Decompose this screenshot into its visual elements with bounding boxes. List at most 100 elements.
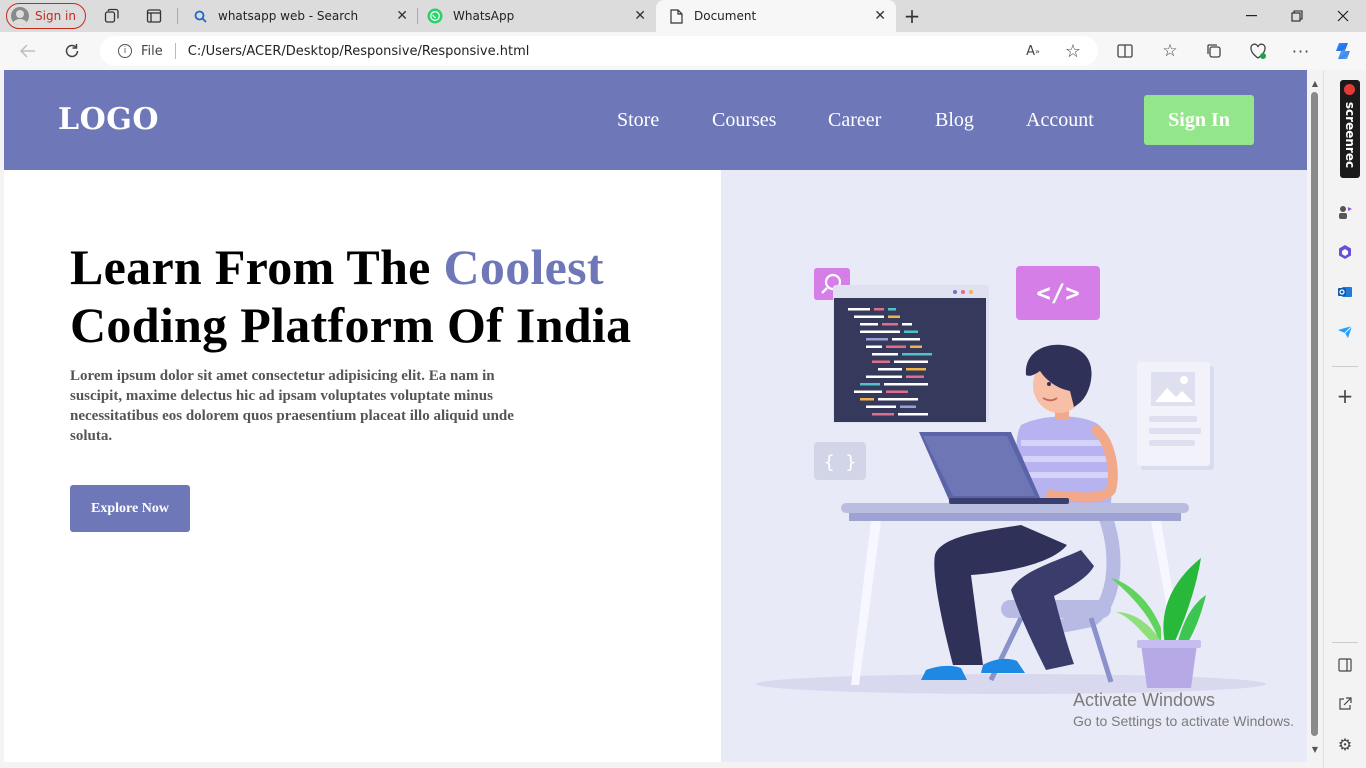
hide-sidebar-icon[interactable] xyxy=(1335,655,1355,675)
document-icon xyxy=(668,8,684,24)
nav-career[interactable]: Career xyxy=(828,109,881,132)
open-external-icon[interactable] xyxy=(1335,694,1355,714)
code-line xyxy=(860,330,900,333)
code-line xyxy=(888,315,900,318)
tab-strip: Sign in whatsapp web - Search ✕ WhatsApp… xyxy=(0,0,1366,32)
address-bar[interactable]: i File C:/Users/ACER/Desktop/Responsive/… xyxy=(100,36,1098,66)
sign-in-button[interactable]: Sign In xyxy=(1144,95,1254,145)
hero-title: Learn From The Coolest Coding Platform Of… xyxy=(70,238,710,354)
new-tab-icon[interactable]: + xyxy=(903,4,921,28)
tab-document[interactable]: Document ✕ xyxy=(656,0,896,32)
image-card-icon xyxy=(1137,362,1214,470)
favorites-icon[interactable]: ☆ xyxy=(1160,41,1180,61)
code-line xyxy=(872,353,898,356)
minimize-icon[interactable] xyxy=(1241,6,1261,26)
code-line xyxy=(886,345,906,348)
vertical-scrollbar[interactable]: ▲ ▼ xyxy=(1307,70,1323,762)
tab-separator xyxy=(177,8,178,24)
hero-title-part2: Coding Platform Of India xyxy=(70,297,632,353)
profile-avatar-icon xyxy=(11,7,29,25)
code-line xyxy=(886,390,908,393)
hero-title-part1: Learn From The xyxy=(70,239,444,295)
hero-illustration-panel: </> { } xyxy=(721,170,1307,762)
code-line xyxy=(860,323,878,326)
read-aloud-icon[interactable]: A» xyxy=(1023,41,1043,61)
nav-store[interactable]: Store xyxy=(617,109,659,132)
microsoft365-icon[interactable] xyxy=(1335,242,1355,262)
browser-window: Sign in whatsapp web - Search ✕ WhatsApp… xyxy=(0,0,1366,768)
refresh-icon[interactable] xyxy=(62,41,82,61)
add-sidebar-app-icon[interactable]: + xyxy=(1335,384,1355,408)
site-logo[interactable]: LOGO xyxy=(58,102,159,137)
tab-actions-icon[interactable] xyxy=(145,7,163,25)
braces-icon: { } xyxy=(814,442,866,480)
screenrec-extension[interactable]: screenrec xyxy=(1340,80,1360,178)
code-line xyxy=(898,413,928,416)
code-line xyxy=(892,338,920,341)
bottom-edge xyxy=(0,762,1307,768)
tab-title: Document xyxy=(694,9,757,23)
drop-icon[interactable] xyxy=(1335,322,1355,342)
tab-whatsapp-search[interactable]: whatsapp web - Search ✕ xyxy=(180,0,416,32)
watermark-subtitle: Go to Settings to activate Windows. xyxy=(1073,713,1294,729)
nav-account[interactable]: Account xyxy=(1026,109,1094,132)
back-icon[interactable] xyxy=(18,41,38,61)
workspaces-icon[interactable] xyxy=(103,7,121,25)
code-line xyxy=(884,383,928,386)
page-viewport: LOGO Store Courses Career Blog Account S… xyxy=(4,70,1307,762)
code-tag-icon: </> xyxy=(1016,266,1100,320)
close-tab-icon[interactable]: ✕ xyxy=(874,8,886,24)
hero-content: Learn From The Coolest Coding Platform Of… xyxy=(4,170,721,762)
code-line xyxy=(902,353,932,356)
info-icon[interactable]: i xyxy=(118,44,132,58)
close-tab-icon[interactable]: ✕ xyxy=(396,8,408,24)
settings-gear-icon[interactable]: ⚙ xyxy=(1335,734,1355,754)
person-head xyxy=(1025,344,1092,420)
scroll-thumb[interactable] xyxy=(1311,92,1318,736)
record-dot-icon xyxy=(1344,84,1355,95)
scroll-up-icon[interactable]: ▲ xyxy=(1310,78,1320,88)
watermark-title: Activate Windows xyxy=(1073,690,1216,710)
code-line xyxy=(900,405,916,408)
explore-now-button[interactable]: Explore Now xyxy=(70,485,190,532)
profile-signin-button[interactable]: Sign in xyxy=(6,3,86,29)
copilot-icon[interactable] xyxy=(1333,41,1353,61)
scroll-down-icon[interactable]: ▼ xyxy=(1310,744,1320,754)
browser-essentials-icon[interactable] xyxy=(1248,41,1268,61)
nav-courses[interactable]: Courses xyxy=(712,109,776,132)
outlook-icon[interactable] xyxy=(1335,282,1355,302)
close-tab-icon[interactable]: ✕ xyxy=(634,8,646,24)
code-line xyxy=(906,375,924,378)
code-line xyxy=(854,390,882,393)
code-line xyxy=(848,308,870,311)
scheme-label: File xyxy=(141,43,163,59)
code-line xyxy=(872,360,890,363)
developer-illustration: </> { } xyxy=(756,266,1266,694)
address-toolbar: i File C:/Users/ACER/Desktop/Responsive/… xyxy=(0,32,1366,70)
hero-description: Lorem ipsum dolor sit amet consectetur a… xyxy=(70,368,514,444)
collections-icon[interactable] xyxy=(1204,41,1224,61)
code-line xyxy=(904,330,918,333)
braces-text: { } xyxy=(824,452,857,473)
favorite-star-icon[interactable]: ☆ xyxy=(1063,41,1083,62)
split-screen-icon[interactable] xyxy=(1115,41,1135,61)
plant xyxy=(1111,558,1206,688)
sidebar-divider xyxy=(1332,366,1358,367)
more-options-icon[interactable]: ··· xyxy=(1291,41,1311,61)
url-text[interactable]: C:/Users/ACER/Desktop/Responsive/Respons… xyxy=(188,44,530,59)
nav-blog[interactable]: Blog xyxy=(935,109,974,132)
search-icon xyxy=(192,8,208,24)
activate-windows-watermark: Activate Windows Go to Settings to activ… xyxy=(1073,690,1294,729)
code-line xyxy=(860,398,874,401)
code-line xyxy=(878,368,902,371)
close-window-icon[interactable] xyxy=(1333,6,1353,26)
profile-signin-label: Sign in xyxy=(35,9,76,23)
code-line xyxy=(866,345,882,348)
code-line xyxy=(874,308,884,311)
tab-whatsapp[interactable]: WhatsApp ✕ xyxy=(418,0,654,32)
tab-title: WhatsApp xyxy=(453,9,515,23)
code-line xyxy=(906,368,926,371)
restore-icon[interactable] xyxy=(1287,6,1307,26)
site-header: LOGO Store Courses Career Blog Account S… xyxy=(4,70,1307,170)
games-icon[interactable] xyxy=(1335,202,1355,222)
